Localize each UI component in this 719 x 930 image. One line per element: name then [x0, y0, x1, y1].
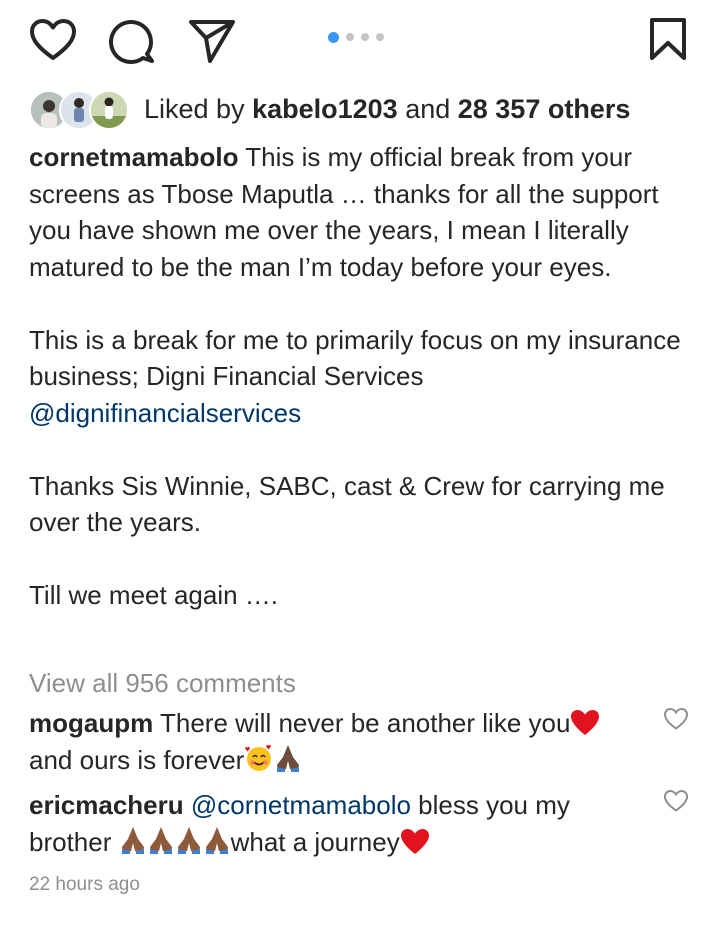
smiling-face-with-hearts-emoji-icon [245, 744, 272, 771]
liked-by-avatars[interactable] [29, 90, 129, 130]
liked-by-username[interactable]: kabelo1203 [252, 94, 398, 124]
folded-hands-emoji-icon [205, 827, 228, 854]
caption-paragraph: This is a break for me to primarily focu… [29, 322, 699, 432]
caption-mention-link[interactable]: @dignifinancialservices [29, 398, 301, 428]
comment-username[interactable]: mogaupm [29, 708, 153, 738]
comment-bubble-icon[interactable] [109, 18, 155, 64]
carousel-dot [346, 33, 354, 41]
likes-count[interactable]: 28 357 others [458, 94, 631, 124]
folded-hands-emoji-icon [121, 827, 144, 854]
view-all-comments-link[interactable]: View all 956 comments [29, 666, 296, 700]
post-caption: cornetmamabolo This is my official break… [29, 139, 699, 614]
caption-username[interactable]: cornetmamabolo [29, 142, 239, 172]
post-timestamp: 22 hours ago [29, 874, 140, 895]
liked-by-text[interactable]: Liked by kabelo1203 and 28 357 others [144, 92, 630, 126]
red-heart-emoji-icon [400, 829, 429, 854]
comment-text: There will never be another like you [153, 708, 571, 738]
share-paper-plane-icon[interactable] [188, 18, 236, 64]
caption-text: Thanks Sis Winnie, SABC, cast & Crew for… [29, 470, 665, 538]
like-heart-icon[interactable] [29, 18, 77, 62]
folded-hands-emoji-icon [277, 745, 300, 772]
avatar [89, 90, 129, 130]
folded-hands-emoji-icon [177, 827, 200, 854]
liked-by-and: and [397, 94, 458, 124]
caption-text: Till we meet again …. [29, 580, 279, 610]
carousel-dot [376, 33, 384, 41]
comment-item: ericmacheru @cornetmamabolo bless you my… [29, 787, 649, 861]
comment-like-heart-icon[interactable] [663, 707, 689, 731]
comment-username[interactable]: ericmacheru [29, 790, 184, 820]
comment-text: brother [29, 827, 119, 857]
folded-hands-emoji-icon [149, 827, 172, 854]
carousel-dot [361, 33, 369, 41]
save-bookmark-icon[interactable] [649, 17, 687, 61]
carousel-indicator [328, 32, 384, 43]
caption-paragraph: Till we meet again …. [29, 577, 699, 614]
comment-like-heart-icon[interactable] [663, 789, 689, 813]
comment-text: what a journey [230, 827, 400, 857]
comment-item: mogaupm There will never be another like… [29, 705, 649, 779]
caption-text: This is a break for me to primarily focu… [29, 324, 681, 392]
comment-text: and ours is forever [29, 745, 245, 775]
comment-text: bless you my [410, 790, 570, 820]
comment-mention-link[interactable]: @cornetmamabolo [191, 790, 411, 820]
caption-paragraph: cornetmamabolo This is my official break… [29, 139, 699, 285]
liked-by-prefix: Liked by [144, 94, 253, 124]
red-heart-emoji-icon [571, 710, 600, 735]
carousel-dot-active [328, 32, 339, 43]
caption-paragraph: Thanks Sis Winnie, SABC, cast & Crew for… [29, 468, 699, 541]
